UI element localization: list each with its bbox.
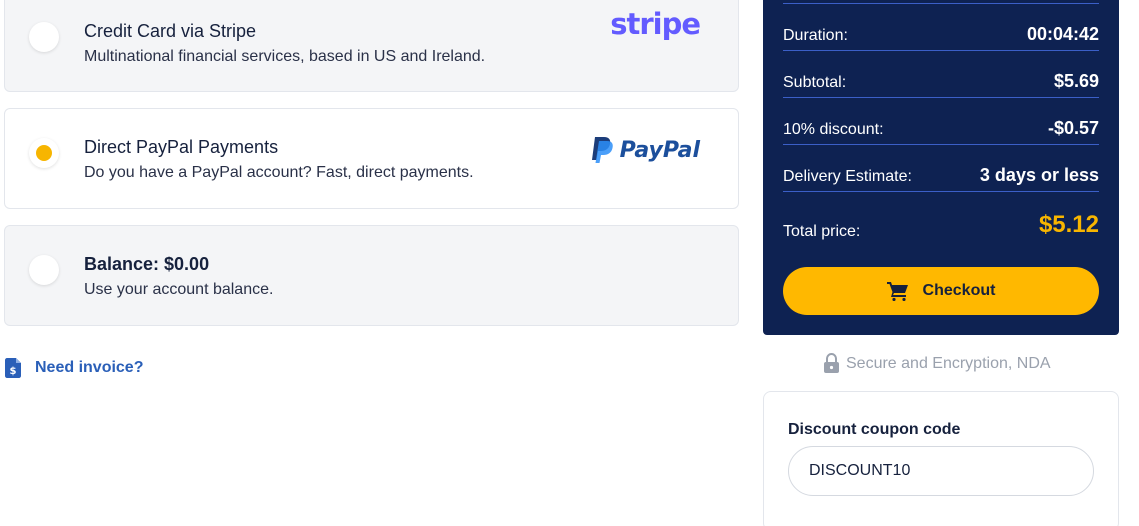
duration-value: 00:04:42 (1026, 24, 1099, 44)
divider (783, 144, 1099, 145)
option-description: Multinational financial services, based … (84, 48, 486, 65)
option-title: Balance: $0.00 (84, 254, 210, 274)
option-description: Use your account balance. (84, 281, 274, 298)
divider (783, 191, 1099, 192)
divider (783, 97, 1099, 98)
payment-option-paypal[interactable]: Direct PayPal Payments Do you have a Pay… (4, 108, 739, 209)
paypal-wordmark: PayPal (619, 137, 700, 163)
total-price-value: $5.12 (1038, 211, 1099, 238)
secure-text: Secure and Encryption, NDA (846, 354, 1051, 372)
payment-option-balance[interactable]: Balance: $0.00 Use your account balance. (4, 225, 739, 326)
summary-row-subtotal: Subtotal: $5.69 (783, 69, 1099, 99)
divider (783, 50, 1099, 51)
summary-row-delivery: Delivery Estimate: 3 days or less (783, 163, 1099, 193)
duration-label: Duration: (783, 27, 848, 44)
invoice-dollar-icon: $ (5, 358, 21, 378)
coupon-label: Discount coupon code (788, 421, 961, 438)
svg-text:$: $ (10, 366, 17, 377)
order-summary-panel: Duration: 00:04:42 Subtotal: $5.69 10% d… (763, 0, 1119, 335)
radio-balance[interactable] (29, 255, 59, 285)
delivery-label: Delivery Estimate: (783, 168, 912, 185)
option-title: Direct PayPal Payments (84, 137, 279, 157)
divider (783, 3, 1099, 4)
subtotal-value: $5.69 (1053, 71, 1099, 91)
option-title: Credit Card via Stripe (84, 21, 257, 41)
coupon-input[interactable] (788, 446, 1094, 496)
secure-note: Secure and Encryption, NDA (823, 353, 1051, 374)
checkout-label: Checkout (922, 282, 996, 299)
discount-label: 10% discount: (783, 121, 884, 138)
checkout-button[interactable]: Checkout (783, 267, 1099, 315)
subtotal-label: Subtotal: (783, 74, 847, 91)
summary-row-discount: 10% discount: -$0.57 (783, 116, 1099, 146)
paypal-icon (591, 137, 613, 163)
delivery-value: 3 days or less (979, 165, 1099, 185)
paypal-logo: PayPal (590, 136, 700, 164)
summary-row-duration: Duration: 00:04:42 (783, 22, 1099, 52)
stripe-logo: stripe (610, 7, 701, 41)
cart-icon (886, 282, 908, 301)
need-invoice-label: Need invoice? (35, 359, 144, 376)
total-price-label: Total price: (783, 223, 861, 240)
radio-stripe[interactable] (29, 22, 59, 52)
payment-option-stripe[interactable]: Credit Card via Stripe Multinational fin… (4, 0, 739, 92)
lock-icon (824, 353, 839, 373)
discount-value: -$0.57 (1047, 118, 1099, 138)
radio-paypal[interactable] (29, 138, 59, 168)
coupon-panel: Discount coupon code (763, 391, 1119, 526)
need-invoice-link[interactable]: $ Need invoice? (5, 358, 143, 378)
option-description: Do you have a PayPal account? Fast, dire… (84, 164, 474, 181)
